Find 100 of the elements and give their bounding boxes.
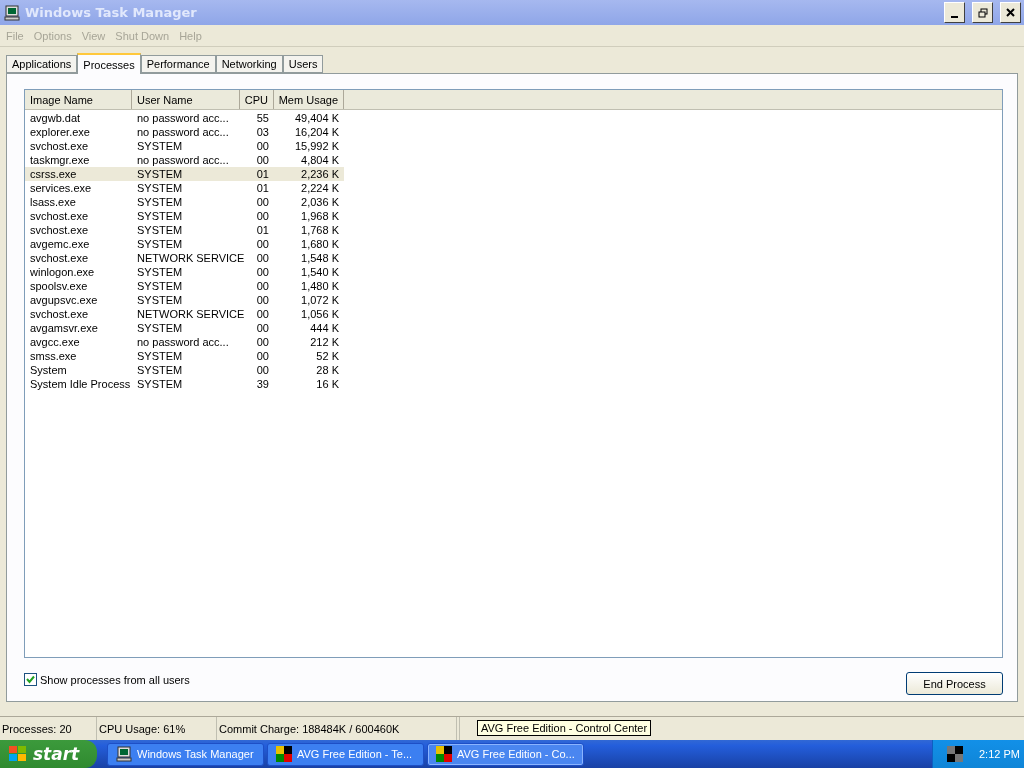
table-cell-text: 00	[255, 336, 270, 348]
table-cell-text: 28 K	[315, 364, 340, 376]
table-row[interactable]: svchost.exe SYSTEM 00 1,968 K	[25, 209, 344, 223]
table-row[interactable]: services.exe SYSTEM 01 2,224 K	[25, 181, 344, 195]
table-cell-text: taskmgr.exe	[29, 154, 91, 166]
table-cell-text: 00	[255, 238, 270, 250]
taskbar-button[interactable]: Windows Task Manager	[107, 742, 264, 766]
tray-icon[interactable]	[947, 746, 963, 762]
table-cell-text: 444 K	[309, 322, 340, 334]
table-cell-text: 16 K	[315, 378, 340, 390]
table-row[interactable]: spoolsv.exe SYSTEM 00 1,480 K	[25, 279, 344, 293]
table-cell-text: SYSTEM	[136, 182, 184, 194]
table-cell-text: SYSTEM	[136, 378, 184, 390]
table-row[interactable]: System SYSTEM 00 28 K	[25, 363, 344, 377]
checkbox-label[interactable]: Show processes from all users	[40, 673, 190, 686]
table-row[interactable]: svchost.exe SYSTEM 00 15,992 K	[25, 139, 344, 153]
table-cell-text: SYSTEM	[136, 294, 184, 306]
restore-icon	[977, 7, 988, 18]
table-row[interactable]: svchost.exe NETWORK SERVICE 00 1,548 K	[25, 251, 344, 265]
table-cell-text: 00	[255, 196, 270, 208]
close-icon	[1006, 8, 1015, 17]
table-cell-text: svchost.exe	[29, 252, 90, 264]
table-cell-text: 00	[255, 210, 270, 222]
taskbar-button[interactable]: AVG Free Edition - Te...	[267, 742, 424, 766]
restore-button[interactable]	[972, 2, 993, 23]
table-cell-text: 16,204 K	[293, 126, 340, 138]
table-cell-text: 39	[255, 378, 270, 390]
table-cell-text: SYSTEM	[136, 322, 184, 334]
table-row[interactable]: avgcc.exe no password acc... 00 212 K	[25, 335, 344, 349]
table-cell-text: 00	[255, 322, 270, 334]
table-cell-text: 00	[255, 350, 270, 362]
end-process-button[interactable]: End Process	[906, 672, 1003, 695]
table-row[interactable]: taskmgr.exe no password acc... 00 4,804 K	[25, 153, 344, 167]
table-cell-text: 49,404 K	[293, 112, 340, 124]
table-row[interactable]: avgupsvc.exe SYSTEM 00 1,072 K	[25, 293, 344, 307]
table-cell-text: no password acc...	[136, 112, 230, 124]
column-header[interactable]: Mem Usage	[274, 90, 344, 109]
table-row[interactable]: avgwb.dat no password acc... 55 49,404 K	[25, 111, 344, 125]
column-header[interactable]: CPU	[240, 90, 274, 109]
table-cell-text: 1,480 K	[300, 280, 340, 292]
table-cell-text: 00	[255, 364, 270, 376]
table-row[interactable]: svchost.exe SYSTEM 01 1,768 K	[25, 223, 344, 237]
clock: 2:12 PM	[979, 748, 1020, 760]
table-cell-text: SYSTEM	[136, 238, 184, 250]
table-cell-text: avgcc.exe	[29, 336, 81, 348]
table-row[interactable]: smss.exe SYSTEM 00 52 K	[25, 349, 344, 363]
table-cell-text: SYSTEM	[136, 280, 184, 292]
column-header[interactable]: User Name	[132, 90, 240, 109]
table-cell-text: SYSTEM	[136, 266, 184, 278]
tab[interactable]: Applications	[6, 55, 78, 73]
table-cell-text: csrss.exe	[29, 168, 78, 180]
table-cell-text: 01	[255, 182, 270, 194]
table-row[interactable]: explorer.exe no password acc... 03 16,204 K	[25, 125, 344, 139]
four-squares-icon	[436, 746, 452, 762]
table-cell-text: avgupsvc.exe	[29, 294, 99, 306]
table-cell-text: SYSTEM	[136, 364, 184, 376]
tab[interactable]: Performance	[140, 55, 216, 73]
table-cell-text: 1,768 K	[300, 224, 340, 236]
table-row[interactable]: svchost.exe NETWORK SERVICE 00 1,056 K	[25, 307, 344, 321]
table-row[interactable]: lsass.exe SYSTEM 00 2,036 K	[25, 195, 344, 209]
table-cell-text: 4,804 K	[300, 154, 340, 166]
table-cell-text: SYSTEM	[136, 210, 184, 222]
tab[interactable]: Networking	[215, 55, 283, 73]
column-header[interactable]: Image Name	[25, 90, 132, 109]
table-cell-text: 2,036 K	[300, 196, 340, 208]
table-cell-text: SYSTEM	[136, 224, 184, 236]
minimize-button[interactable]	[944, 2, 965, 23]
table-row[interactable]: winlogon.exe SYSTEM 00 1,540 K	[25, 265, 344, 279]
table-cell-text: 03	[255, 126, 270, 138]
table-cell-text: 00	[255, 154, 270, 166]
table-cell-text: 1,680 K	[300, 238, 340, 250]
table-cell-text: spoolsv.exe	[29, 280, 89, 292]
tab[interactable]: Processes	[77, 53, 141, 74]
table-cell-text: 15,992 K	[293, 140, 340, 152]
table-row[interactable]: avgamsvr.exe SYSTEM 00 444 K	[25, 321, 344, 335]
table-cell-text: 00	[255, 266, 270, 278]
table-cell-text: svchost.exe	[29, 224, 90, 236]
close-button[interactable]	[1000, 2, 1021, 23]
table-cell-text: avgemc.exe	[29, 238, 91, 250]
table-cell-text: svchost.exe	[29, 210, 90, 222]
start-button[interactable]: start	[0, 740, 97, 768]
four-squares-icon	[276, 746, 292, 762]
table-row[interactable]: avgemc.exe SYSTEM 00 1,680 K	[25, 237, 344, 251]
table-row[interactable]: csrss.exe SYSTEM 01 2,236 K	[25, 167, 344, 181]
table-cell-text: 01	[255, 224, 270, 236]
table-cell-text: 212 K	[309, 336, 340, 348]
tooltip: AVG Free Edition - Control Center	[477, 720, 652, 736]
table-cell-text: System Idle Process	[29, 378, 132, 390]
monitor-icon	[4, 4, 20, 21]
checkbox[interactable]	[24, 673, 37, 686]
table-cell-text: no password acc...	[136, 154, 230, 166]
table-cell-text: 00	[255, 140, 270, 152]
minimize-icon	[951, 15, 958, 18]
tab[interactable]: Users	[282, 55, 324, 73]
table-cell-text: SYSTEM	[136, 350, 184, 362]
table-cell-text: SYSTEM	[136, 196, 184, 208]
taskbar-button[interactable]: AVG Free Edition - Co...	[427, 742, 584, 766]
table-cell-text: SYSTEM	[136, 168, 184, 180]
window-title: Windows Task Manager	[25, 5, 198, 20]
table-row[interactable]: System Idle Process SYSTEM 39 16 K	[25, 377, 344, 391]
